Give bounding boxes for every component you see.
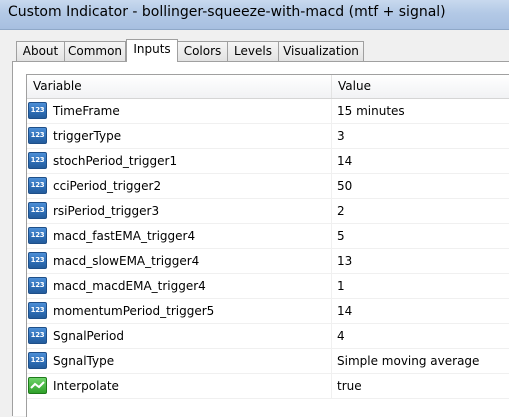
table-row[interactable]: Interpolate true (27, 374, 509, 399)
variable-value[interactable]: 50 (337, 174, 509, 198)
numeric-icon: 123 (28, 152, 47, 169)
numeric-icon: 123 (28, 327, 47, 344)
tab-levels[interactable]: Levels (227, 41, 279, 61)
variable-value[interactable]: 2 (337, 199, 509, 223)
numeric-icon-label: 123 (30, 131, 45, 139)
tab-colors[interactable]: Colors (177, 41, 228, 61)
numeric-icon: 123 (28, 352, 47, 369)
title-bar[interactable]: Custom Indicator - bollinger-squeeze-wit… (0, 0, 509, 30)
variable-name: SgnalType (53, 349, 332, 373)
grid-rows: 123 TimeFrame 15 minutes 123 triggerType 3 123… (27, 99, 509, 399)
numeric-icon: 123 (28, 127, 47, 144)
numeric-icon-label: 123 (30, 306, 45, 314)
variable-value[interactable]: 4 (337, 324, 509, 348)
variable-value[interactable]: 13 (337, 249, 509, 273)
numeric-icon: 123 (28, 302, 47, 319)
numeric-icon-label: 123 (30, 106, 45, 114)
variable-name: triggerType (53, 124, 332, 148)
variable-name: TimeFrame (53, 99, 332, 123)
numeric-icon-label: 123 (30, 156, 45, 164)
variable-value[interactable]: 14 (337, 149, 509, 173)
variable-name: Interpolate (53, 374, 332, 398)
numeric-icon-label: 123 (30, 181, 45, 189)
numeric-icon: 123 (28, 277, 47, 294)
variable-value[interactable]: 3 (337, 124, 509, 148)
variable-name: cciPeriod_trigger2 (53, 174, 332, 198)
table-row[interactable]: 123 cciPeriod_trigger2 50 (27, 174, 509, 199)
numeric-icon: 123 (28, 177, 47, 194)
tab-inputs[interactable]: Inputs (126, 39, 178, 62)
table-row[interactable]: 123 macd_slowEMA_trigger4 13 (27, 249, 509, 274)
table-row[interactable]: 123 rsiPeriod_trigger3 2 (27, 199, 509, 224)
numeric-icon: 123 (28, 252, 47, 269)
boolean-icon (28, 377, 47, 394)
table-row[interactable]: 123 macd_macdEMA_trigger4 1 (27, 274, 509, 299)
numeric-icon-label: 123 (30, 356, 45, 364)
variable-value[interactable]: 15 minutes (337, 99, 509, 123)
inputs-panel: Variable Value 123 TimeFrame 15 minutes 123… (12, 61, 509, 417)
variable-name: macd_fastEMA_trigger4 (53, 224, 332, 248)
variable-name: SgnalPeriod (53, 324, 332, 348)
variable-value[interactable]: Simple moving average (337, 349, 509, 373)
variable-name: rsiPeriod_trigger3 (53, 199, 332, 223)
column-header-variable[interactable]: Variable (27, 75, 332, 98)
variable-name: macd_macdEMA_trigger4 (53, 274, 332, 298)
numeric-icon: 123 (28, 227, 47, 244)
window-title: Custom Indicator - bollinger-squeeze-wit… (8, 4, 446, 20)
numeric-icon-label: 123 (30, 281, 45, 289)
table-row[interactable]: 123 SgnalPeriod 4 (27, 324, 509, 349)
table-row[interactable]: 123 SgnalType Simple moving average (27, 349, 509, 374)
variable-value[interactable]: true (337, 374, 509, 398)
table-row[interactable]: 123 triggerType 3 (27, 124, 509, 149)
tab-common[interactable]: Common (64, 41, 126, 61)
column-header-value[interactable]: Value (332, 75, 509, 98)
numeric-icon-label: 123 (30, 206, 45, 214)
numeric-icon-label: 123 (30, 256, 45, 264)
numeric-icon-label: 123 (30, 331, 45, 339)
table-row[interactable]: 123 momentumPeriod_trigger5 14 (27, 299, 509, 324)
table-row[interactable]: 123 macd_fastEMA_trigger4 5 (27, 224, 509, 249)
variable-value[interactable]: 1 (337, 274, 509, 298)
numeric-icon: 123 (28, 102, 47, 119)
variable-value[interactable]: 14 (337, 299, 509, 323)
table-row[interactable]: 123 stochPeriod_trigger1 14 (27, 149, 509, 174)
numeric-icon: 123 (28, 202, 47, 219)
indicator-dialog: About Common Inputs Colors Levels Visual… (0, 30, 509, 417)
variable-name: stochPeriod_trigger1 (53, 149, 332, 173)
variable-value[interactable]: 5 (337, 224, 509, 248)
table-row[interactable]: 123 TimeFrame 15 minutes (27, 99, 509, 124)
tab-about[interactable]: About (16, 41, 65, 61)
boolean-glyph (30, 381, 45, 389)
variable-name: momentumPeriod_trigger5 (53, 299, 332, 323)
numeric-icon-label: 123 (30, 231, 45, 239)
tab-visualization[interactable]: Visualization (278, 41, 364, 61)
variable-name: macd_slowEMA_trigger4 (53, 249, 332, 273)
inputs-grid: Variable Value 123 TimeFrame 15 minutes 123… (26, 74, 509, 417)
grid-header: Variable Value (27, 75, 509, 99)
